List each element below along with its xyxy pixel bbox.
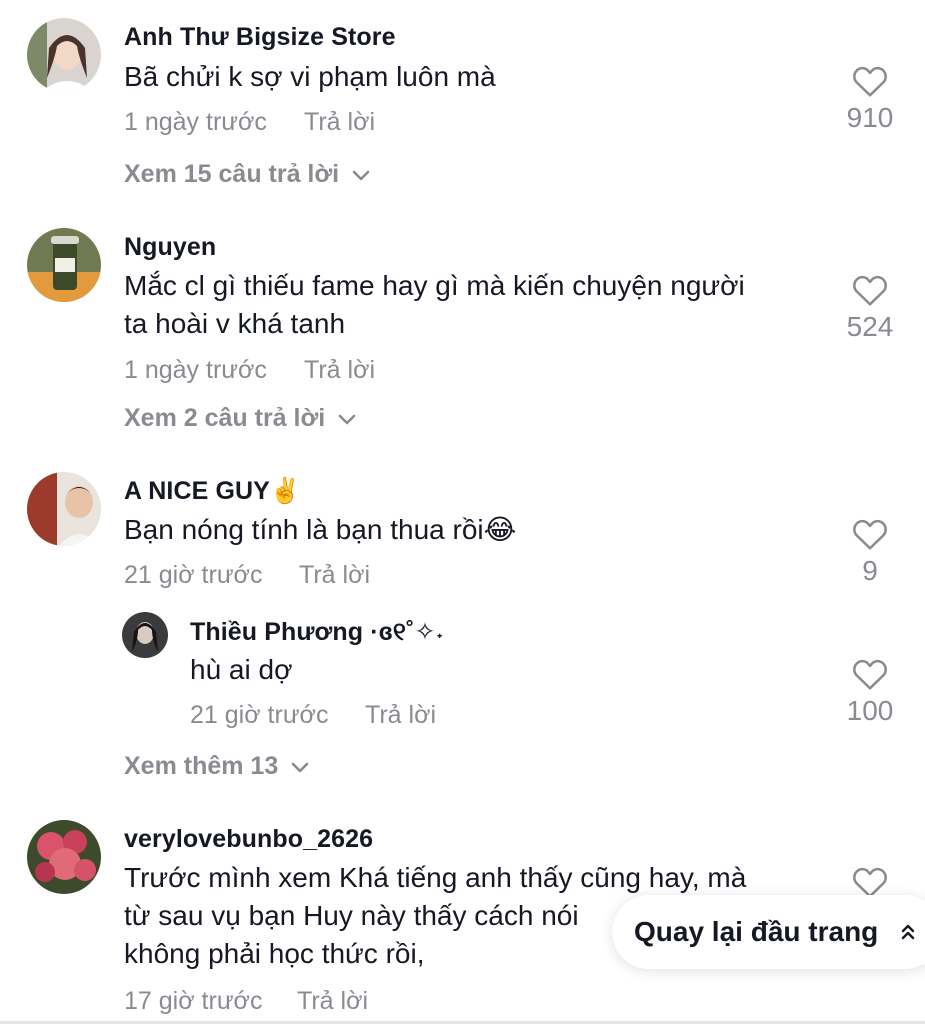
comment-username[interactable]: A NICE GUY✌️ — [124, 477, 301, 506]
back-to-top-label: Quay lại đầu trang — [634, 916, 879, 947]
like-count: 9 — [862, 555, 878, 586]
reply-text: hù ai dợ — [190, 654, 293, 685]
chevron-down-icon — [338, 414, 356, 424]
heart-icon — [853, 275, 887, 306]
reply-username[interactable]: Thiều Phương ·ɞ୧˚✧˖ — [190, 617, 444, 647]
avatar[interactable] — [27, 472, 101, 546]
comment-text: Bạn nóng tính là bạn thua rồi😂 — [124, 514, 517, 545]
comment-text: Mắc cl gì thiếu fame hay gì mà kiến chuy… — [124, 267, 814, 343]
like-button[interactable] — [830, 865, 910, 899]
avatar[interactable] — [27, 228, 101, 302]
avatar[interactable] — [27, 18, 101, 92]
heart-icon — [853, 519, 887, 550]
view-replies-label: Xem 15 câu trả lời — [124, 160, 340, 188]
view-replies-button[interactable]: Xem 2 câu trả lời — [124, 404, 357, 433]
heart-icon — [853, 867, 887, 898]
like-button[interactable]: 100 — [830, 657, 910, 727]
flower-avatar-icon — [27, 820, 101, 894]
view-replies-label: Xem 2 câu trả lời — [124, 404, 326, 432]
comment-timestamp: 1 ngày trước — [124, 356, 267, 384]
like-count: 100 — [846, 695, 894, 726]
dark-portrait-avatar-icon — [122, 612, 168, 658]
woman-portrait-avatar-icon — [27, 18, 101, 92]
like-button[interactable]: 524 — [830, 273, 910, 343]
comment-text: Bã chửi k sợ vi phạm luôn mà — [124, 61, 496, 92]
comment-timestamp: 21 giờ trước — [124, 561, 263, 589]
comment-text-line: Mắc cl gì thiếu fame hay gì mà kiến chuy… — [124, 270, 745, 301]
avatar[interactable] — [27, 820, 101, 894]
like-button[interactable]: 910 — [830, 64, 910, 134]
comment-username[interactable]: Nguyen — [124, 233, 216, 262]
cup-avatar-icon — [27, 228, 101, 302]
like-button[interactable]: 9 — [830, 517, 910, 587]
view-replies-button[interactable]: Xem 15 câu trả lời — [124, 160, 371, 189]
view-more-label: Xem thêm 13 — [124, 752, 279, 780]
comment-text-line: Trước mình xem Khá tiếng anh thấy cũng h… — [124, 862, 747, 893]
view-more-replies-button[interactable]: Xem thêm 13 — [124, 752, 310, 781]
man-photo-avatar-icon — [27, 472, 101, 546]
chevron-down-icon — [291, 762, 309, 772]
reply-timestamp: 21 giờ trước — [190, 701, 329, 729]
comment-username[interactable]: Anh Thư Bigsize Store — [124, 23, 396, 52]
comment-username[interactable]: verylovebunbo_2626 — [124, 825, 373, 854]
reply-button[interactable]: Trả lời — [365, 701, 436, 730]
comment-timestamp: 1 ngày trước — [124, 108, 267, 136]
like-count: 910 — [846, 102, 894, 133]
reply-avatar[interactable] — [122, 612, 168, 658]
reply-button[interactable]: Trả lời — [299, 561, 370, 590]
comment-text-line: ta hoài v khá tanh — [124, 308, 346, 339]
reply-button[interactable]: Trả lời — [304, 356, 375, 385]
heart-icon — [853, 66, 887, 97]
back-to-top-button[interactable]: Quay lại đầu trang — [612, 895, 925, 969]
reply-button[interactable]: Trả lời — [304, 108, 375, 137]
comment-timestamp: 17 giờ trước — [124, 987, 263, 1015]
double-chevron-up-icon — [902, 924, 915, 940]
reply-button[interactable]: Trả lời — [297, 987, 368, 1016]
heart-icon — [853, 659, 887, 690]
like-count: 524 — [846, 311, 894, 342]
chevron-down-icon — [352, 170, 370, 180]
